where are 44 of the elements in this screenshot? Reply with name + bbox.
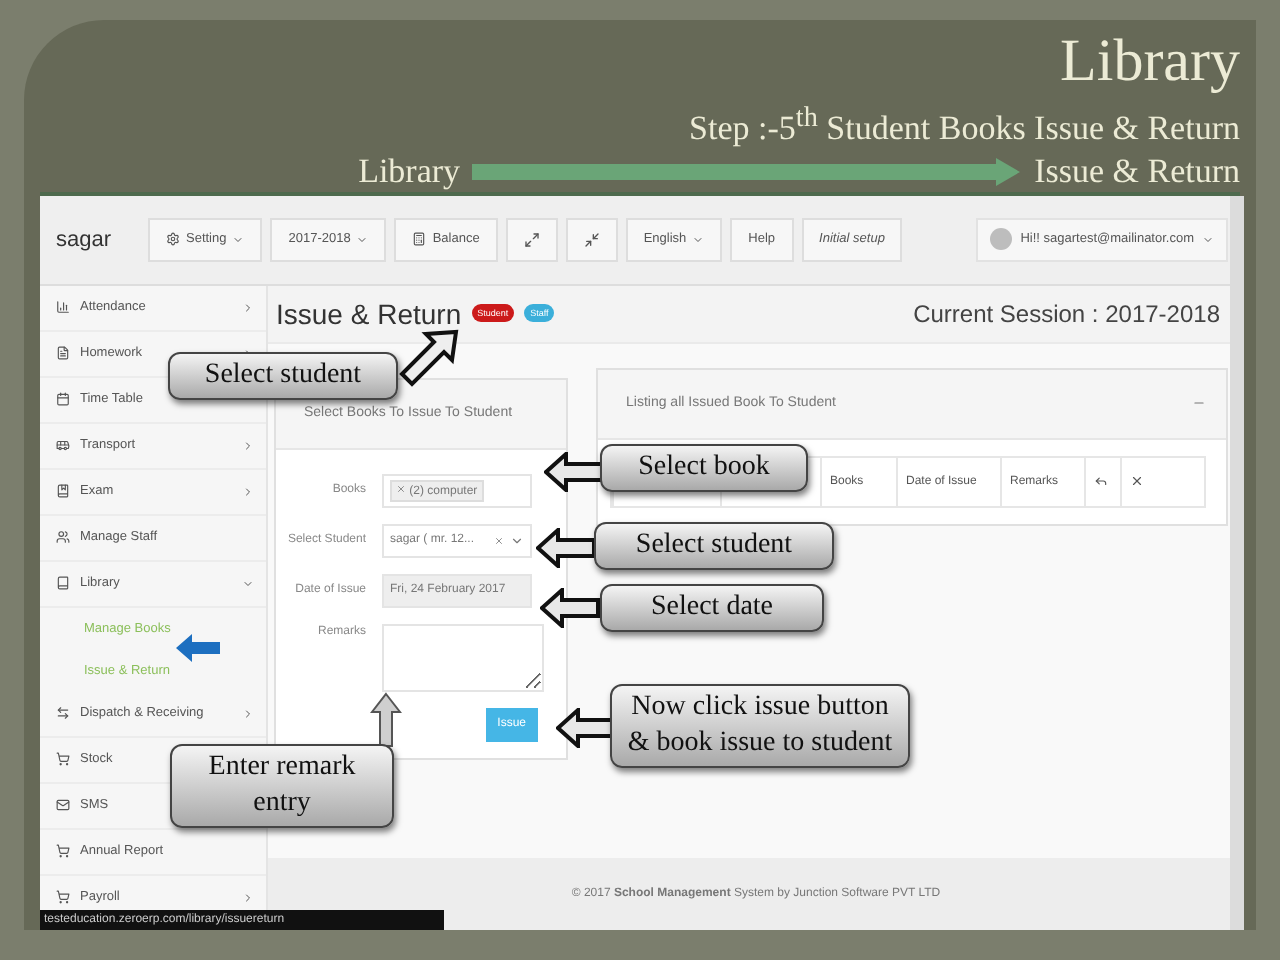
return-icon bbox=[1094, 474, 1108, 489]
caret-icon bbox=[510, 533, 524, 548]
caret-icon bbox=[692, 233, 705, 246]
toolbar-icon-button[interactable] bbox=[565, 217, 618, 262]
scrollbar[interactable] bbox=[1230, 195, 1244, 930]
callout-tooltip: Now click issue button & book issue to student bbox=[610, 683, 910, 768]
cart-icon bbox=[56, 844, 70, 859]
slide-subtitle: Step :-5$^{th}$ Student Books Issue & Return bbox=[689, 100, 1240, 152]
flow-arrow-icon bbox=[472, 157, 1023, 186]
caret-icon bbox=[356, 233, 369, 246]
callout-tooltip: Select student bbox=[168, 351, 398, 400]
callout-tooltip: Select date bbox=[600, 583, 824, 632]
gear-icon bbox=[166, 232, 180, 247]
callout-tooltip: Select student bbox=[594, 521, 834, 570]
book-icon bbox=[56, 484, 70, 499]
avatar-icon bbox=[990, 228, 1013, 251]
exchange-icon bbox=[56, 706, 70, 721]
caret-icon bbox=[232, 233, 245, 246]
brand-name: sagar bbox=[56, 227, 114, 252]
expand-icon bbox=[523, 231, 540, 248]
remarks-field[interactable] bbox=[382, 623, 544, 692]
people-icon bbox=[56, 530, 70, 545]
callout-tooltip: Select book bbox=[600, 443, 808, 492]
delete-icon bbox=[1130, 474, 1144, 489]
flow-end: Issue & Return bbox=[1034, 151, 1240, 192]
document-icon bbox=[56, 346, 70, 361]
calculator-icon bbox=[412, 232, 427, 247]
calendar-icon bbox=[56, 392, 70, 407]
toolbar-icon-button[interactable] bbox=[505, 217, 558, 262]
arrow-icon bbox=[370, 691, 402, 748]
flow-start: Library bbox=[358, 151, 461, 192]
current-session: Current Session : 2017-2018 bbox=[913, 299, 1220, 328]
arrow-icon bbox=[176, 633, 220, 662]
slide-title: Library bbox=[1060, 28, 1240, 96]
cart-icon bbox=[56, 890, 70, 905]
cart-icon bbox=[56, 752, 70, 767]
callout-tooltip: Enter remark entry bbox=[170, 743, 394, 828]
chart-icon bbox=[56, 300, 70, 315]
page-title: Issue & Return bbox=[274, 297, 462, 330]
book-icon bbox=[56, 576, 70, 591]
mail-icon bbox=[56, 798, 70, 813]
caret-icon bbox=[1202, 233, 1214, 246]
shrink-icon bbox=[583, 231, 600, 248]
bus-icon bbox=[56, 438, 70, 453]
